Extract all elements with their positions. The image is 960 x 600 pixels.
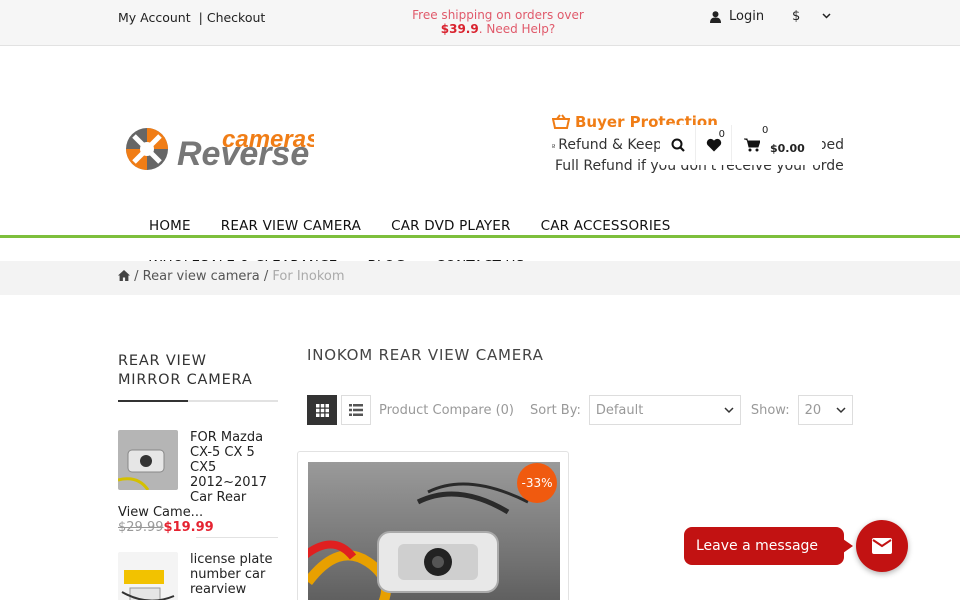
shipping-amount: $39.9: [440, 22, 479, 36]
my-account-link[interactable]: My Account: [118, 10, 191, 25]
basket-icon: [552, 114, 570, 129]
nav-item-rear-view-camera[interactable]: REAR VIEW CAMERA: [221, 218, 361, 234]
top-bar: My Account | Checkout Free shipping on or…: [0, 0, 960, 46]
list-icon: [349, 404, 363, 416]
grid-view-button[interactable]: [307, 395, 337, 425]
breadcrumb-separator: /: [134, 269, 139, 284]
login-label: Login: [729, 9, 765, 24]
search-button[interactable]: [660, 125, 696, 165]
product-thumbnail[interactable]: [118, 430, 178, 490]
cart-button[interactable]: 0 $0.00: [732, 125, 822, 165]
heart-icon: [706, 138, 721, 152]
leave-message-bubble[interactable]: Leave a message: [684, 527, 853, 565]
shipping-text: Free shipping on orders over: [412, 8, 584, 22]
checkout-link[interactable]: Checkout: [207, 10, 265, 25]
breadcrumb-current: For Inokom: [272, 269, 345, 284]
currency-symbol: $: [792, 9, 801, 24]
search-icon: [671, 138, 685, 152]
product-name[interactable]: license plate number car rearview: [190, 552, 272, 597]
show-label: Show:: [750, 402, 790, 418]
sidebar-title-line1: REAR VIEW: [118, 353, 207, 369]
site-logo[interactable]: cameras Reverse: [122, 120, 314, 176]
wishlist-button[interactable]: 0: [696, 125, 732, 165]
product-price: $19.99: [163, 520, 214, 535]
nav-item-car-dvd-player[interactable]: CAR DVD PLAYER: [391, 218, 511, 234]
login-link[interactable]: Login: [710, 9, 764, 24]
nav-item-home[interactable]: HOME: [149, 218, 191, 234]
chevron-down-icon: [836, 407, 846, 414]
divider: [196, 537, 278, 538]
sidebar-product[interactable]: FOR Mazda CX-5 CX 5 CX5 2012~2017 Car Re…: [118, 430, 278, 535]
show-select[interactable]: 20: [797, 395, 853, 425]
product-old-price: $29.99: [118, 520, 164, 535]
grid-icon: [315, 403, 329, 417]
chevron-down-icon: [724, 407, 734, 414]
breadcrumb: / Rear view camera / For Inokom: [0, 261, 960, 295]
sort-select[interactable]: Default: [588, 395, 741, 425]
logo-text-reverse: Reverse: [177, 135, 309, 173]
cart-icon: [744, 138, 760, 152]
mail-icon: [872, 538, 892, 554]
sidebar-title-line2: MIRROR CAMERA: [118, 372, 253, 388]
sort-label: Sort By:: [530, 402, 581, 418]
product-compare-link[interactable]: Product Compare (0): [379, 403, 514, 418]
cart-total: $0.00: [770, 141, 805, 155]
sidebar-title: REAR VIEW MIRROR CAMERA: [118, 352, 278, 390]
show-value: 20: [804, 402, 822, 418]
sale-badge: -33%: [517, 463, 557, 503]
need-help-link[interactable]: . Need Help?: [479, 22, 556, 36]
sidebar-title-underline: [118, 400, 278, 402]
currency-selector[interactable]: $: [792, 9, 831, 24]
breadcrumb-item-rear-view-camera[interactable]: Rear view camera: [143, 269, 260, 284]
check-square-icon: [552, 144, 556, 148]
site-header: cameras Reverse Buyer Protection Refund …: [0, 46, 960, 274]
chevron-down-icon: [822, 13, 831, 19]
user-icon: [710, 10, 721, 23]
sidebar-product[interactable]: license plate number car rearview: [118, 552, 278, 600]
separator: |: [198, 10, 203, 25]
product-thumbnail[interactable]: [118, 552, 178, 600]
page-title: INOKOM REAR VIEW CAMERA: [307, 346, 544, 364]
home-icon[interactable]: [118, 270, 130, 281]
nav-item-car-accessories[interactable]: CAR ACCESSORIES: [541, 218, 671, 234]
product-toolbar: Product Compare (0) Sort By: Default Sho…: [307, 395, 853, 425]
cart-count: 0: [762, 125, 769, 136]
account-links: My Account | Checkout: [118, 10, 269, 25]
wishlist-count: 0: [718, 129, 725, 140]
header-icons: 0 0 $0.00: [660, 125, 822, 165]
sidebar: REAR VIEW MIRROR CAMERA: [118, 352, 278, 402]
chat-button[interactable]: [856, 520, 908, 572]
shipping-notice: Free shipping on orders over $39.9. Need…: [390, 8, 606, 36]
list-view-button[interactable]: [341, 395, 371, 425]
breadcrumb-separator: /: [263, 269, 269, 284]
sort-value: Default: [595, 402, 644, 418]
